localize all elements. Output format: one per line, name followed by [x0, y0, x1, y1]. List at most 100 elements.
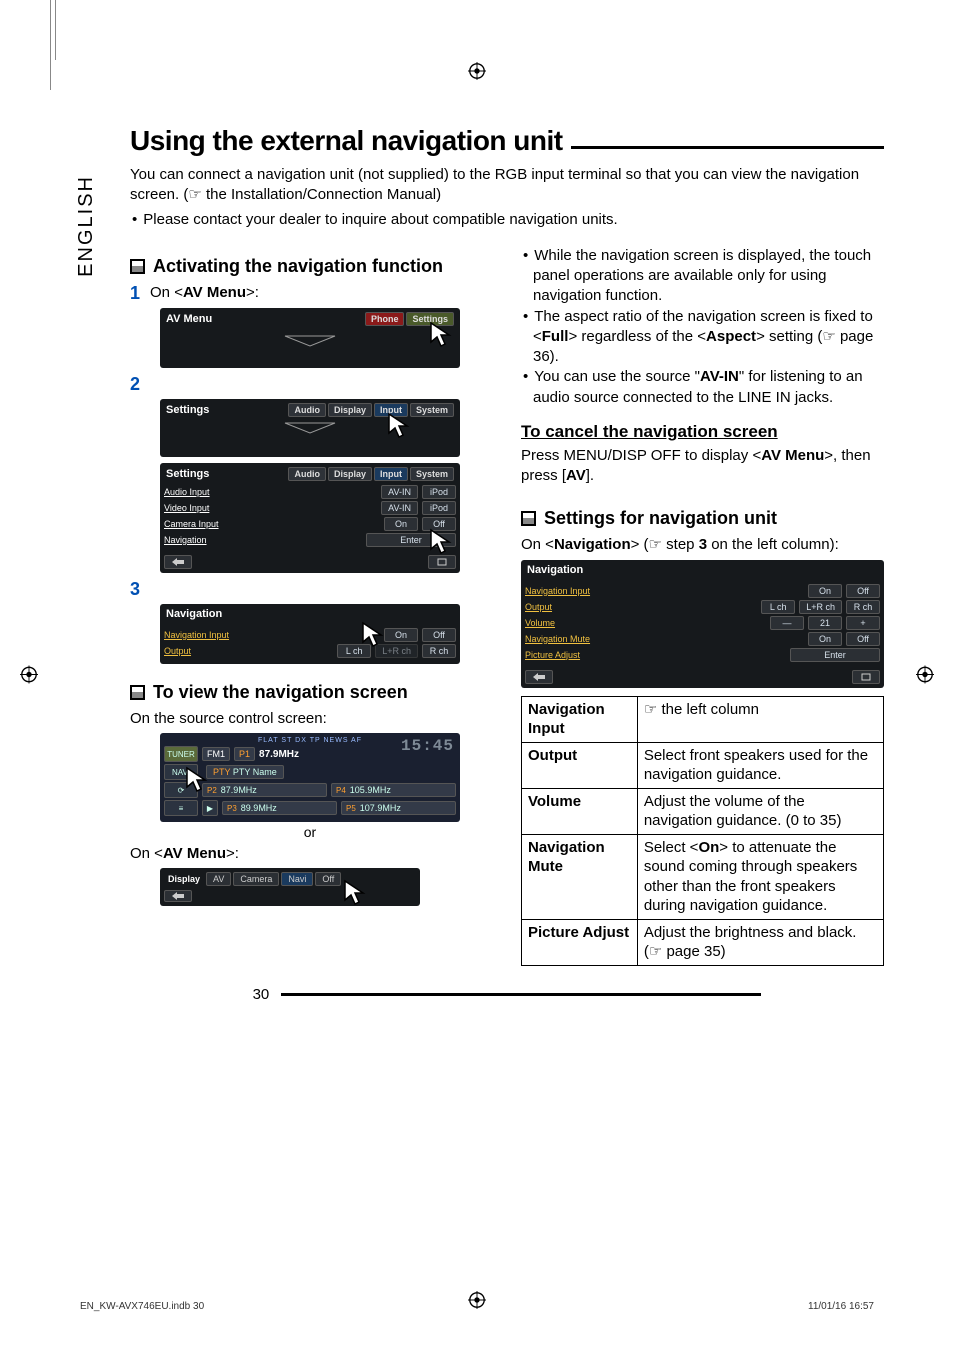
option[interactable]: On	[808, 584, 842, 598]
row-label: Navigation Input	[525, 586, 804, 596]
table-row: Navigation Input☞ the left column	[522, 696, 884, 742]
pointer-icon	[360, 620, 390, 650]
band-label: FM1	[202, 747, 230, 761]
text: On <	[150, 284, 183, 301]
crop-line	[55, 0, 57, 60]
nav-settings-rows: Navigation InputOnOff OutputL chL+R chR …	[521, 580, 884, 668]
bullet-item: You can use the source "AV-IN" for liste…	[521, 367, 884, 408]
option[interactable]: On	[384, 517, 418, 531]
option[interactable]: R ch	[846, 600, 880, 614]
step-1: 1 On <AV Menu>:	[130, 283, 493, 304]
back-button[interactable]	[164, 555, 192, 569]
pointer-icon	[428, 320, 458, 350]
page-number-row: 30	[130, 986, 884, 1003]
minus-button[interactable]: —	[770, 616, 804, 630]
option[interactable]: AV-IN	[381, 501, 418, 515]
tab-input[interactable]: Input	[374, 467, 408, 481]
heading-text: To cancel the navigation screen	[521, 422, 884, 442]
preset-item[interactable]: P287.9MHz	[202, 783, 327, 797]
right-column: While the navigation screen is displayed…	[521, 246, 884, 966]
tab-camera[interactable]: Camera	[233, 872, 279, 886]
bullet-item: The aspect ratio of the navigation scree…	[521, 307, 884, 368]
option[interactable]: Off	[422, 628, 456, 642]
option[interactable]: iPod	[422, 485, 456, 499]
row-output: OutputL chL+R chR ch	[525, 600, 880, 614]
play-button[interactable]: ▶	[202, 800, 218, 816]
footer-right: 11/01/16 16:57	[808, 1301, 874, 1312]
tab-system[interactable]: System	[410, 467, 454, 481]
enter-button[interactable]: Enter	[790, 648, 880, 662]
table-key: Output	[522, 742, 638, 788]
bullet-item: While the navigation screen is displayed…	[521, 246, 884, 307]
tab-av[interactable]: AV	[206, 872, 231, 886]
tab-off[interactable]: Off	[315, 872, 341, 886]
freq: 89.9MHz	[241, 803, 277, 813]
label: Settings	[166, 468, 209, 480]
back-button[interactable]	[525, 670, 553, 684]
table-key: Picture Adjust	[522, 919, 638, 965]
back-button[interactable]	[164, 890, 192, 902]
table-row: VolumeAdjust the volume of the navigatio…	[522, 788, 884, 834]
option[interactable]: Off	[846, 584, 880, 598]
preset-item[interactable]: P5107.9MHz	[341, 801, 456, 815]
screenshot-nav-settings: Navigation Navigation InputOnOff OutputL…	[521, 560, 884, 688]
row-audio-input: Audio Input AV-IN iPod	[164, 485, 456, 499]
step-3: 3	[130, 579, 493, 600]
tab-system[interactable]: System	[410, 403, 454, 417]
table-key: Volume	[522, 788, 638, 834]
label: Display	[164, 874, 204, 884]
option[interactable]: AV-IN	[381, 485, 418, 499]
tab-display[interactable]: Display	[328, 403, 372, 417]
tab-display[interactable]: Display	[328, 467, 372, 481]
preset-item[interactable]: P389.9MHz	[222, 801, 337, 815]
tab-navi[interactable]: Navi	[281, 872, 313, 886]
screenshot-navigation: Navigation Navigation InputOnOff OutputL…	[160, 604, 460, 664]
screenshot-title: Navigation	[160, 604, 460, 624]
page: ENGLISH Using the external navigation un…	[0, 0, 954, 1354]
registration-mark-icon	[20, 666, 38, 689]
subheading-text: Settings for navigation unit	[544, 508, 777, 529]
page-title-row: Using the external navigation unit	[130, 125, 884, 157]
preset-item[interactable]: P4105.9MHz	[331, 783, 456, 797]
scroll-button[interactable]	[428, 555, 456, 569]
row-picture-adjust: Picture Adjust Enter	[525, 648, 880, 662]
page-num-rule	[281, 993, 761, 996]
tab-audio[interactable]: Audio	[288, 467, 326, 481]
row-label: Audio Input	[164, 487, 377, 497]
subheading-text: Activating the navigation function	[153, 256, 443, 277]
screenshot-title: AV Menu Phone Settings	[160, 308, 460, 330]
phone-button[interactable]: Phone	[365, 312, 405, 326]
bold-text: AV Menu	[183, 284, 246, 301]
frequency: 87.9MHz	[259, 749, 299, 760]
screenshot-tuner: 15:45 FLAT ST DX TP NEWS AF TUNER FM1 P1…	[160, 733, 460, 822]
or-text: or	[160, 824, 460, 840]
option[interactable]: L ch	[761, 600, 795, 614]
row-label: Picture Adjust	[525, 650, 786, 660]
option[interactable]: L+R ch	[799, 600, 842, 614]
cancel-heading: To cancel the navigation screen	[521, 422, 884, 442]
table-value: Adjust the brightness and black. (☞ page…	[637, 919, 883, 965]
row-label: Video Input	[164, 503, 377, 513]
option[interactable]: On	[808, 632, 842, 646]
registration-mark-icon	[468, 62, 486, 85]
subheading-text: To view the navigation screen	[153, 682, 408, 703]
screenshot-title: Navigation	[521, 560, 884, 580]
option[interactable]: Off	[846, 632, 880, 646]
row-nav-mute: Navigation MuteOnOff	[525, 632, 880, 646]
label: AV Menu	[166, 313, 212, 325]
step-number: 3	[130, 579, 140, 600]
option[interactable]: R ch	[422, 644, 456, 658]
freq: 105.9MHz	[350, 785, 391, 795]
row-volume: Volume—21+	[525, 616, 880, 630]
tab-audio[interactable]: Audio	[288, 403, 326, 417]
table-row: Picture AdjustAdjust the brightness and …	[522, 919, 884, 965]
source-button[interactable]: ≡	[164, 800, 198, 816]
option[interactable]: iPod	[422, 501, 456, 515]
source-button-tuner[interactable]: TUNER	[164, 746, 198, 762]
plus-button[interactable]: +	[846, 616, 880, 630]
preset-label: P1	[234, 747, 255, 761]
scroll-button[interactable]	[852, 670, 880, 684]
screenshot-title-row: Settings Audio Display Input System	[160, 463, 460, 481]
table-key: Navigation Input	[522, 696, 638, 742]
screenshot-settings-input: Settings Audio Display Input System Audi…	[160, 463, 460, 573]
